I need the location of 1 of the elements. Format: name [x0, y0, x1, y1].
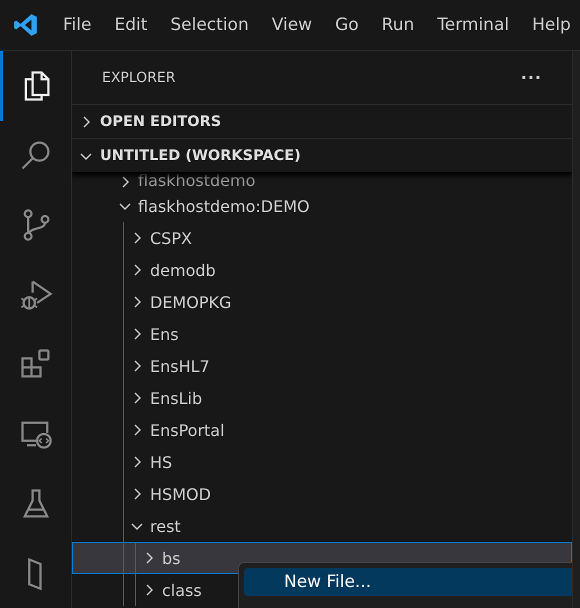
- sidebar-title: EXPLORER: [102, 70, 176, 86]
